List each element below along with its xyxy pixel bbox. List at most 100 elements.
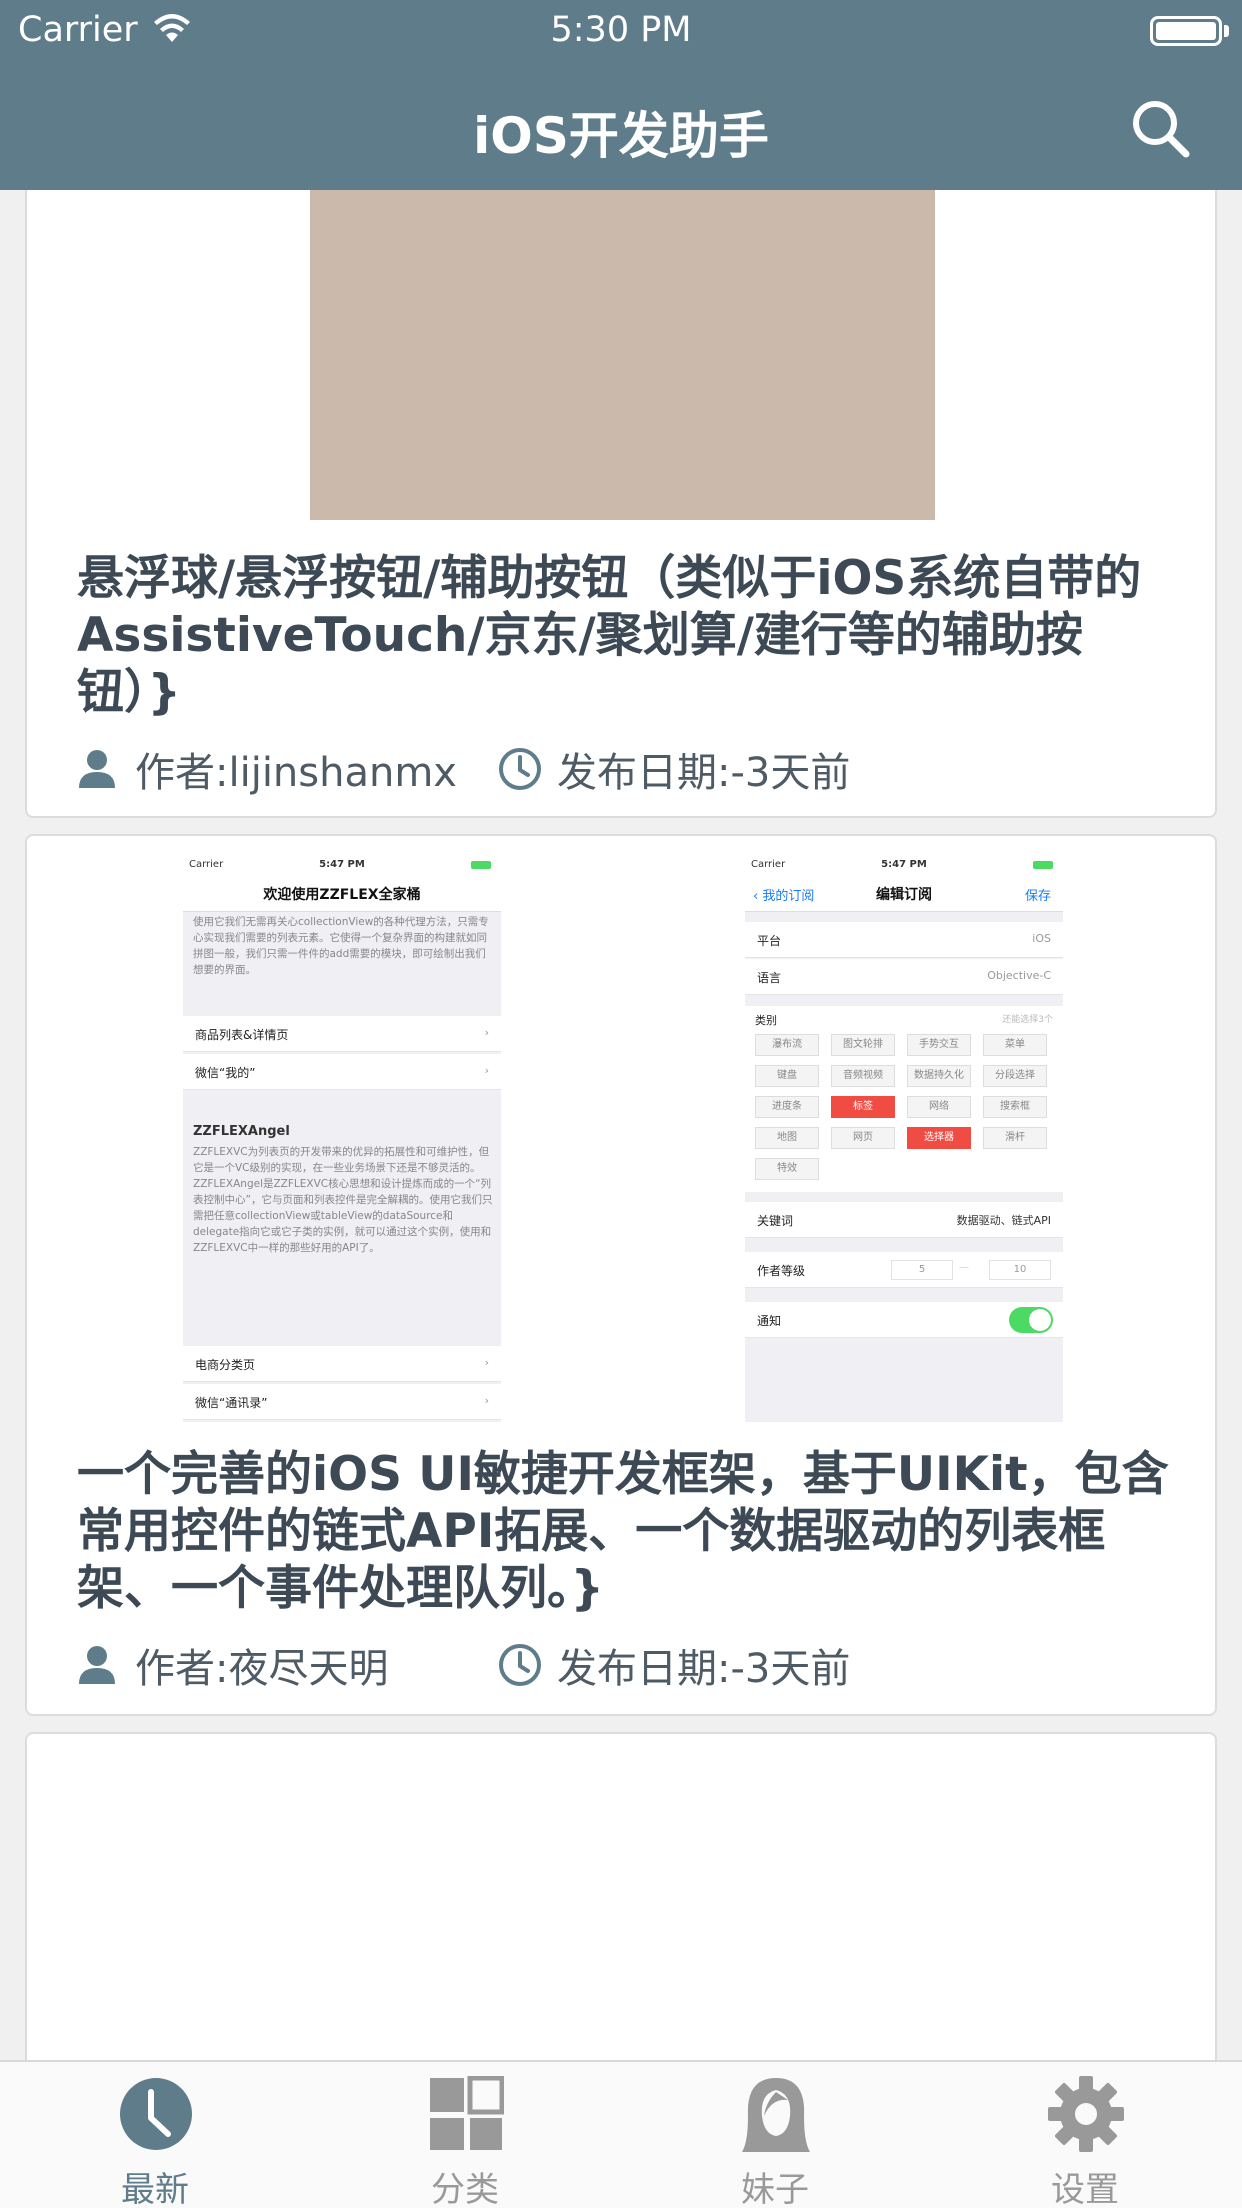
- thumb-save: 保存: [1024, 889, 1051, 904]
- thumb-status-bar: Carrier 5:47 PM: [745, 856, 1063, 874]
- thumb-chip: 网络: [907, 1096, 971, 1118]
- thumb-status-bar: Carrier 5:47 PM: [183, 856, 501, 874]
- grid-icon: [430, 2076, 504, 2150]
- chevron-right-icon: ›: [484, 1026, 489, 1039]
- thumb-row: 微信“通讯录” ›: [183, 1384, 501, 1420]
- thumb-chip: 分段选择: [983, 1065, 1047, 1087]
- clock-icon: [120, 2078, 192, 2150]
- article-meta: 作者:lijinshanmx 发布日期:-3天前: [77, 740, 1177, 796]
- status-time: 5:30 PM: [550, 10, 692, 50]
- chevron-right-icon: ›: [484, 1064, 489, 1077]
- thumb-row: 关键词 数据驱动、链式API: [745, 1202, 1063, 1238]
- thumb-row-label: 关键词: [757, 1214, 794, 1228]
- article-author: 作者:夜尽天明: [135, 1646, 389, 1692]
- thumb-row-label: 商品列表&详情页: [195, 1028, 289, 1042]
- thumb-row-label: 通知: [757, 1314, 782, 1328]
- thumb-chip: 搜索框: [983, 1096, 1047, 1118]
- thumb-chip: 地图: [755, 1127, 819, 1149]
- thumb-row: 平台 iOS: [745, 922, 1063, 958]
- thumb-row-value: iOS: [1032, 932, 1051, 945]
- tab-settings[interactable]: 设置: [930, 2062, 1240, 2208]
- gear-icon: [1048, 2076, 1124, 2152]
- article-title[interactable]: 悬浮球/悬浮按钮/辅助按钮（类似于iOS系统自带的AssistiveTouch/…: [77, 550, 1177, 721]
- thumb-chip: 图文轮排: [831, 1034, 895, 1056]
- thumb-chip: 滑杆: [983, 1127, 1047, 1149]
- person-icon: [79, 1646, 115, 1684]
- thumb-nav: ‹ 我的订阅 编辑订阅 保存: [745, 874, 1063, 912]
- thumb-chip: 进度条: [755, 1096, 819, 1118]
- thumb-chip: 选择器: [907, 1127, 971, 1149]
- thumb-row: 作者等级 5 — 10: [745, 1252, 1063, 1288]
- article-screenshot: Carrier 5:47 PM ‹ 我的订阅 编辑订阅 保存 平台 iOS 语言…: [745, 856, 1063, 1422]
- article-meta: 作者:夜尽天明 发布日期:-3天前: [77, 1636, 1177, 1692]
- article-date: 发布日期:-3天前: [557, 750, 851, 796]
- thumb-category-label: 类别: [755, 1014, 777, 1027]
- thumb-intro: 使用它我们无需再关心collectionView的各种代理方法，只需专心实现我们…: [193, 916, 489, 976]
- tab-label: 妹子: [741, 2170, 809, 2208]
- thumb-row-value: Objective-C: [987, 969, 1051, 982]
- article-title[interactable]: 一个完善的iOS UI敏捷开发框架，基于UIKit，包含常用控件的链式API拓展…: [77, 1446, 1177, 1617]
- girl-icon: [742, 2078, 810, 2152]
- article-screenshot: Carrier 5:47 PM 欢迎使用ZZFLEX全家桶 使用它我们无需再关心…: [183, 856, 501, 1422]
- tab-category[interactable]: 分类: [310, 2062, 620, 2208]
- thumb-battery-icon: [471, 861, 491, 869]
- thumb-level-sep: —: [959, 1262, 969, 1273]
- thumb-row-label: 电商分类页: [195, 1358, 256, 1372]
- thumb-nav: 欢迎使用ZZFLEX全家桶: [183, 874, 501, 912]
- thumb-chip: 网页: [831, 1127, 895, 1149]
- thumb-chip: 音频视频: [831, 1065, 895, 1087]
- thumb-time: 5:47 PM: [881, 859, 927, 870]
- tab-label: 分类: [431, 2170, 499, 2208]
- article-card[interactable]: 悬浮球/悬浮按钮/辅助按钮（类似于iOS系统自带的AssistiveTouch/…: [25, 150, 1217, 818]
- thumb-battery-icon: [1033, 861, 1053, 869]
- app-screen: Carrier 5:30 PM iOS开发助手 悬浮球/悬浮按钮/辅助按钮（类似…: [0, 0, 1242, 2208]
- article-date: 发布日期:-3天前: [557, 1646, 851, 1692]
- thumb-row: 商品列表&详情页 ›: [183, 1016, 501, 1052]
- clock-icon: [499, 748, 541, 790]
- thumb-title: 编辑订阅: [876, 887, 932, 903]
- tab-label: 最新: [121, 2170, 189, 2208]
- thumb-time: 5:47 PM: [319, 859, 365, 870]
- thumb-row: 通知: [745, 1302, 1063, 1338]
- thumb-row-value: 数据驱动、链式API: [956, 1214, 1051, 1227]
- thumb-row-label: 微信“我的”: [195, 1066, 256, 1080]
- thumb-chip: 菜单: [983, 1034, 1047, 1056]
- tab-bar: 最新 分类 妹子 设置: [0, 2060, 1242, 2208]
- battery-icon: [1150, 16, 1222, 46]
- thumb-category-hint: 还能选择3个: [1002, 1015, 1053, 1025]
- thumb-row-label: 作者等级: [757, 1264, 806, 1278]
- thumb-level-max: 10: [989, 1260, 1051, 1280]
- article-card[interactable]: Carrier 5:47 PM 欢迎使用ZZFLEX全家桶 使用它我们无需再关心…: [25, 834, 1217, 1716]
- article-author: 作者:lijinshanmx: [135, 750, 457, 796]
- chevron-right-icon: ›: [484, 1394, 489, 1407]
- navigation-bar: Carrier 5:30 PM iOS开发助手: [0, 0, 1242, 190]
- thumb-toggle: [1009, 1307, 1053, 1333]
- thumb-level-min: 5: [891, 1260, 953, 1280]
- status-bar: Carrier 5:30 PM: [0, 0, 1242, 60]
- clock-icon: [499, 1644, 541, 1686]
- thumb-row: 电商分类页 ›: [183, 1346, 501, 1382]
- article-image-placeholder: [310, 190, 935, 520]
- search-icon[interactable]: [1128, 96, 1192, 160]
- thumb-chip: 手势交互: [907, 1034, 971, 1056]
- thumb-chip: 标签: [831, 1096, 895, 1118]
- thumb-row-label: 平台: [757, 934, 782, 948]
- thumb-row: 语言 Objective-C: [745, 959, 1063, 995]
- page-title: iOS开发助手: [473, 107, 769, 165]
- thumb-row: 微信“我的” ›: [183, 1054, 501, 1090]
- thumb-chip: 数据持久化: [907, 1065, 971, 1087]
- person-icon: [79, 750, 115, 788]
- thumb-row-label: 微信“通讯录”: [195, 1396, 268, 1410]
- tab-label: 设置: [1051, 2170, 1119, 2208]
- tab-latest[interactable]: 最新: [0, 2062, 310, 2208]
- article-card[interactable]: [25, 1732, 1217, 2092]
- thumb-title: 欢迎使用ZZFLEX全家桶: [263, 887, 421, 903]
- battery-tip: [1224, 25, 1229, 37]
- thumb-heading: ZZFLEXAngel: [193, 1124, 290, 1139]
- thumb-chip: 键盘: [755, 1065, 819, 1087]
- thumb-chip: 瀑布流: [755, 1034, 819, 1056]
- tab-girls[interactable]: 妹子: [620, 2062, 930, 2208]
- thumb-category-panel: 类别 还能选择3个 瀑布流 图文轮排 手势交互 菜单键盘 音频视频 数据持久化 分段选择进度…: [745, 1006, 1063, 1192]
- thumb-row-label: 语言: [757, 971, 782, 985]
- chevron-right-icon: ›: [484, 1356, 489, 1369]
